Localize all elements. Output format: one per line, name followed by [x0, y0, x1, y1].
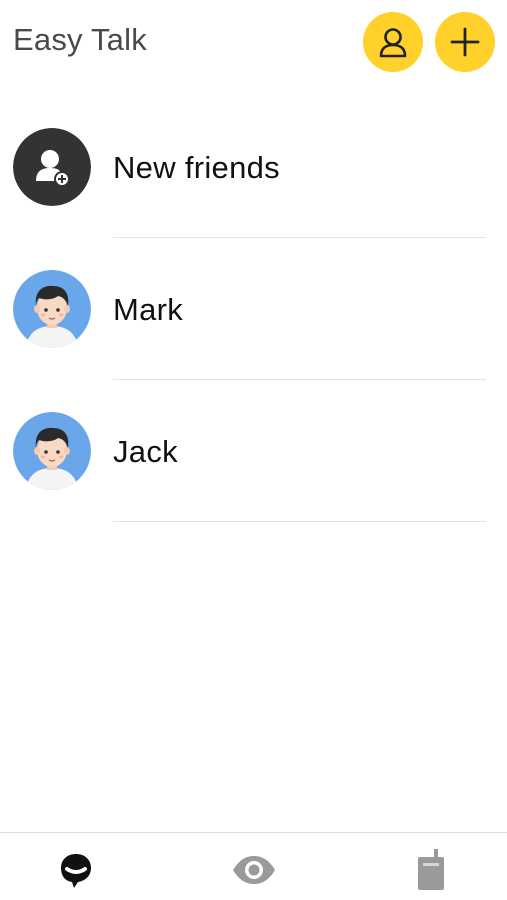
list-item-label: Jack: [113, 434, 178, 469]
list-item-label: New friends: [113, 150, 280, 185]
walkie-talkie-icon: [418, 849, 444, 890]
divider: [113, 521, 486, 522]
app-root: Easy Talk New friends Mark Jack: [0, 0, 507, 900]
list-item-label: Mark: [113, 292, 184, 327]
contacts-button[interactable]: [363, 12, 423, 72]
list-item-mark[interactable]: Mark: [0, 238, 507, 380]
contact-list: New friends Mark Jack: [0, 96, 507, 522]
nav-discover-tab[interactable]: [231, 849, 277, 891]
male-avatar-icon: [13, 270, 91, 348]
nav-talk-tab[interactable]: [408, 849, 454, 891]
plus-icon: [450, 27, 480, 57]
avatar: [13, 412, 91, 490]
person-outline-icon: [379, 28, 407, 58]
app-title: Easy Talk: [13, 22, 147, 57]
male-avatar-icon: [13, 412, 91, 490]
nav-chat-tab[interactable]: [53, 849, 99, 891]
eye-icon: [233, 856, 275, 884]
bottom-nav: [0, 832, 507, 900]
add-friend-icon: [13, 128, 91, 206]
add-button[interactable]: [435, 12, 495, 72]
app-header: Easy Talk: [0, 0, 507, 84]
avatar: [13, 270, 91, 348]
chat-bubble-icon: [61, 854, 91, 888]
list-item-new-friends[interactable]: New friends: [0, 96, 507, 238]
list-item-jack[interactable]: Jack: [0, 380, 507, 522]
